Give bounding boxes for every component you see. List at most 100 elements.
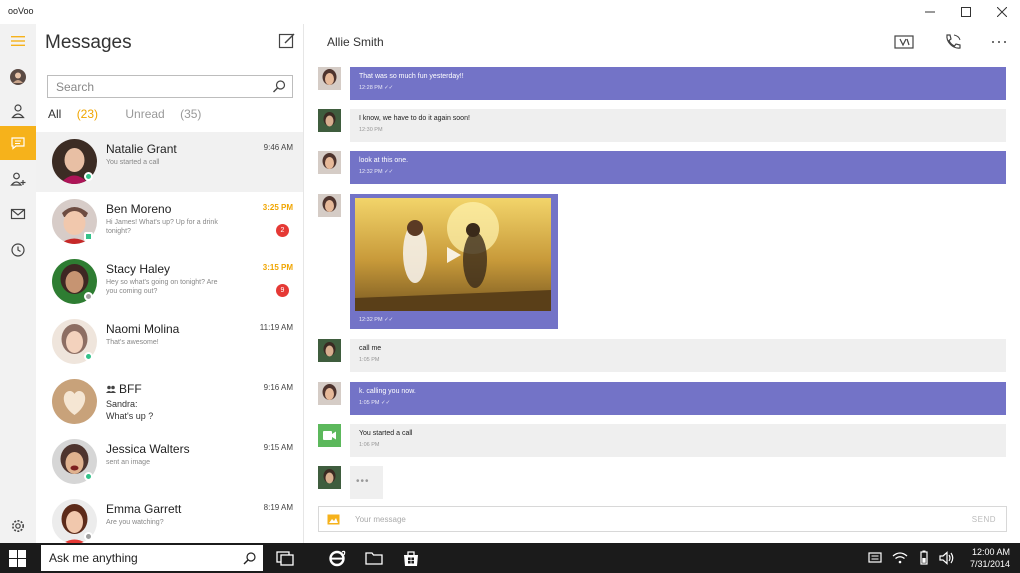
online-status-dot	[84, 352, 93, 361]
list-item[interactable]: Natalie Grant You started a call 9:46 AM	[36, 132, 303, 192]
clock-icon	[11, 243, 25, 257]
message-preview: Hi James! What's up? Up for a drink toni…	[106, 219, 218, 235]
page-title: Messages	[45, 32, 132, 53]
message-text: I know, we have to do it again soon!	[359, 115, 470, 122]
incoming-message-bubble[interactable]: You started a call 1:06 PM	[350, 424, 1006, 457]
message-preview: You started a call	[106, 159, 160, 166]
gear-icon	[12, 520, 24, 532]
windows-start-icon[interactable]	[9, 550, 26, 567]
battery-icon[interactable]	[915, 549, 933, 567]
avatar	[52, 379, 97, 424]
image-attach-icon[interactable]	[327, 514, 340, 525]
title-bar: ooVoo	[0, 0, 1020, 24]
close-button[interactable]	[984, 0, 1020, 24]
settings-nav-item[interactable]	[0, 509, 36, 543]
menu-button[interactable]	[0, 24, 36, 58]
video-call-icon[interactable]	[894, 33, 914, 51]
compose-icon	[278, 33, 295, 49]
message-text: call me	[359, 345, 382, 352]
maximize-button[interactable]	[948, 0, 984, 24]
list-item[interactable]: Naomi Molina That's awesome! 11:19 AM	[36, 312, 303, 372]
message-time: 9:46 AM	[263, 143, 293, 152]
mail-nav-item[interactable]	[0, 197, 36, 231]
window-title: ooVoo	[8, 6, 34, 16]
system-clock[interactable]: 12:00 AM 7/31/2014	[970, 546, 1010, 570]
list-item[interactable]: Ben Moreno Hi James! What's up? Up for a…	[36, 192, 303, 252]
compose-button[interactable]	[278, 32, 296, 50]
chat-header: Allie Smith	[305, 24, 1020, 60]
shared-photo[interactable]	[355, 198, 551, 311]
outgoing-image-bubble[interactable]: 12:32 PM ✓✓	[350, 194, 558, 329]
unread-badge: 9	[276, 284, 289, 297]
message-text: k. calling you now.	[359, 388, 416, 395]
contacts-nav-item[interactable]	[0, 94, 36, 128]
search-box	[47, 75, 293, 98]
mobile-status-dot	[84, 232, 93, 241]
message-input[interactable]	[355, 511, 915, 527]
contact-name: Jessica Walters	[106, 442, 190, 456]
message-time: 3:25 PM	[262, 203, 293, 212]
search-icon[interactable]	[272, 79, 287, 94]
chat-contact-name: Allie Smith	[327, 35, 384, 49]
search-icon[interactable]	[243, 551, 257, 565]
phone-call-icon[interactable]	[943, 33, 963, 51]
message-time: 9:16 AM	[263, 383, 293, 392]
incoming-message-bubble[interactable]: call me 1:05 PM	[350, 339, 1006, 372]
group-name: BFF	[119, 382, 142, 396]
message-time: 1:05 PM	[359, 400, 380, 406]
list-item[interactable]: Stacy Haley Hey so what's going on tonig…	[36, 252, 303, 312]
message-preview: Hey so what's going on tonight? Are you …	[106, 279, 218, 295]
hamburger-icon	[11, 36, 25, 46]
list-item[interactable]: Jessica Walters sent an image 9:15 AM	[36, 432, 303, 492]
notifications-icon[interactable]	[866, 549, 884, 567]
internet-explorer-icon[interactable]	[328, 549, 346, 567]
add-contact-nav-item[interactable]	[0, 162, 36, 196]
double-check-icon: ✓✓	[381, 400, 391, 406]
contact-name: Natalie Grant	[106, 142, 177, 156]
offline-status-dot	[84, 292, 93, 301]
message-preview: That's awesome!	[106, 339, 159, 346]
message-time: 12:30 PM	[359, 127, 383, 133]
message-time: 12:28 PM	[359, 85, 383, 91]
search-input[interactable]	[48, 76, 258, 97]
profile-avatar-button[interactable]	[0, 60, 36, 94]
send-button[interactable]: SEND	[972, 515, 996, 524]
more-options-icon[interactable]	[989, 33, 1009, 51]
volume-icon[interactable]	[938, 549, 956, 567]
task-view-icon[interactable]	[276, 549, 294, 567]
list-item[interactable]: BFF Sandra: What's up ? 9:16 AM	[36, 372, 303, 432]
maximize-icon	[961, 7, 971, 17]
contact-name: Naomi Molina	[106, 322, 180, 336]
person-icon	[11, 104, 25, 119]
outgoing-message-bubble[interactable]: k. calling you now. 1:05 PM ✓✓	[350, 382, 1006, 415]
store-icon[interactable]	[402, 549, 420, 567]
minimize-button[interactable]	[912, 0, 948, 24]
add-person-icon	[10, 172, 26, 186]
tab-all[interactable]: All (23)	[48, 107, 110, 121]
filter-tabs: All (23) Unread (35)	[48, 107, 225, 121]
outgoing-message-bubble[interactable]: That was so much fun yesterday!! 12:28 P…	[350, 67, 1006, 100]
file-explorer-icon[interactable]	[365, 549, 383, 567]
call-event-icon	[318, 424, 341, 447]
message-text: You started a call	[359, 430, 413, 437]
history-nav-item[interactable]	[0, 233, 36, 267]
avatar	[318, 466, 341, 489]
offline-status-dot	[84, 532, 93, 541]
wifi-icon[interactable]	[891, 549, 909, 567]
message-preview: sent an image	[106, 459, 150, 466]
outgoing-message-bubble[interactable]: look at this one. 12:32 PM ✓✓	[350, 151, 1006, 184]
nav-rail	[0, 24, 36, 543]
message-time: 11:19 AM	[259, 323, 293, 332]
message-text: That was so much fun yesterday!!	[359, 73, 464, 80]
tab-unread[interactable]: Unread (35)	[125, 107, 213, 121]
online-status-dot	[84, 472, 93, 481]
avatar	[318, 194, 341, 217]
incoming-message-bubble[interactable]: I know, we have to do it again soon! 12:…	[350, 109, 1006, 142]
taskbar-search-input[interactable]	[41, 545, 231, 571]
messages-nav-item[interactable]	[0, 126, 36, 160]
list-item[interactable]: Emma Garrett Are you watching? 8:19 AM	[36, 492, 303, 543]
contact-name: Ben Moreno	[106, 202, 172, 216]
online-status-dot	[84, 172, 93, 181]
avatar	[318, 382, 341, 405]
tab-all-count: (23)	[76, 107, 99, 121]
